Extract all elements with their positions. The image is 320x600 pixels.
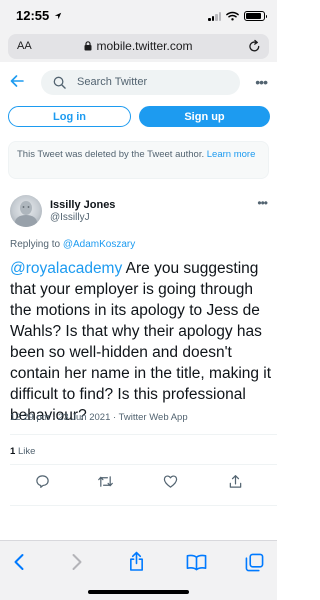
forward-icon[interactable] bbox=[71, 553, 83, 571]
back-icon[interactable] bbox=[13, 553, 25, 571]
search-icon bbox=[53, 76, 66, 89]
status-time: 12:55 bbox=[16, 8, 62, 23]
like-icon[interactable] bbox=[163, 474, 178, 489]
wifi-icon bbox=[226, 11, 239, 21]
share-icon[interactable] bbox=[228, 474, 243, 489]
url-display[interactable]: mobile.twitter.com bbox=[8, 39, 269, 53]
tweet-text: Are you suggesting that your employer is… bbox=[10, 260, 272, 424]
divider bbox=[10, 434, 277, 435]
twitter-header: Search Twitter ••• bbox=[0, 66, 277, 100]
avatar-image bbox=[15, 201, 37, 227]
divider bbox=[10, 505, 277, 506]
tabs-icon[interactable] bbox=[245, 553, 264, 572]
browser-toolbar bbox=[0, 540, 277, 600]
back-arrow-icon[interactable] bbox=[10, 75, 24, 87]
tweet-more-icon[interactable]: ••• bbox=[257, 196, 268, 210]
status-bar: 12:55 bbox=[0, 0, 277, 34]
navigation-arrow-icon bbox=[54, 12, 62, 20]
signup-button[interactable]: Sign up bbox=[139, 106, 270, 127]
like-count-number: 1 bbox=[10, 446, 16, 457]
deleted-notice-text: This Tweet was deleted by the Tweet auth… bbox=[17, 149, 205, 160]
divider bbox=[10, 464, 277, 465]
reply-icon[interactable] bbox=[35, 474, 50, 489]
status-indicators bbox=[208, 11, 267, 21]
home-indicator bbox=[88, 590, 189, 594]
lock-icon bbox=[84, 41, 92, 51]
author-handle[interactable]: @IssillyJ bbox=[50, 212, 90, 223]
replying-to-link[interactable]: @AdamKoszary bbox=[63, 239, 135, 250]
bookmarks-icon[interactable] bbox=[186, 553, 207, 571]
tweet-body: @royalacademy Are you suggesting that yo… bbox=[10, 258, 272, 426]
tweet-mention-link[interactable]: @royalacademy bbox=[10, 260, 122, 277]
reload-icon[interactable] bbox=[248, 39, 261, 53]
battery-fill bbox=[246, 13, 262, 19]
battery-icon bbox=[244, 11, 267, 21]
address-bar[interactable]: AA mobile.twitter.com bbox=[8, 34, 269, 59]
like-count-label: Like bbox=[17, 446, 36, 457]
share-icon[interactable] bbox=[128, 551, 145, 572]
like-count[interactable]: 1 Like bbox=[10, 446, 35, 457]
login-button[interactable]: Log in bbox=[8, 106, 131, 127]
url-text: mobile.twitter.com bbox=[96, 39, 193, 53]
author-name[interactable]: Issilly Jones bbox=[50, 199, 115, 211]
replying-to: Replying to @AdamKoszary bbox=[10, 239, 135, 250]
search-placeholder: Search Twitter bbox=[77, 76, 148, 88]
more-icon[interactable]: ••• bbox=[255, 74, 268, 90]
browser-address-area: AA mobile.twitter.com bbox=[0, 34, 277, 62]
replying-prefix: Replying to bbox=[10, 239, 61, 250]
signal-icon bbox=[208, 11, 221, 21]
clock-time: 12:55 bbox=[16, 8, 50, 23]
search-input[interactable]: Search Twitter bbox=[41, 70, 240, 95]
deleted-tweet-notice: This Tweet was deleted by the Tweet auth… bbox=[8, 141, 269, 179]
retweet-icon[interactable] bbox=[97, 474, 114, 489]
tweet-actions bbox=[0, 474, 277, 494]
learn-more-link[interactable]: Learn more bbox=[207, 149, 256, 160]
tweet-meta[interactable]: 12:29 pm · 23 Jun 2021 · Twitter Web App bbox=[10, 412, 188, 423]
avatar[interactable] bbox=[10, 195, 42, 227]
